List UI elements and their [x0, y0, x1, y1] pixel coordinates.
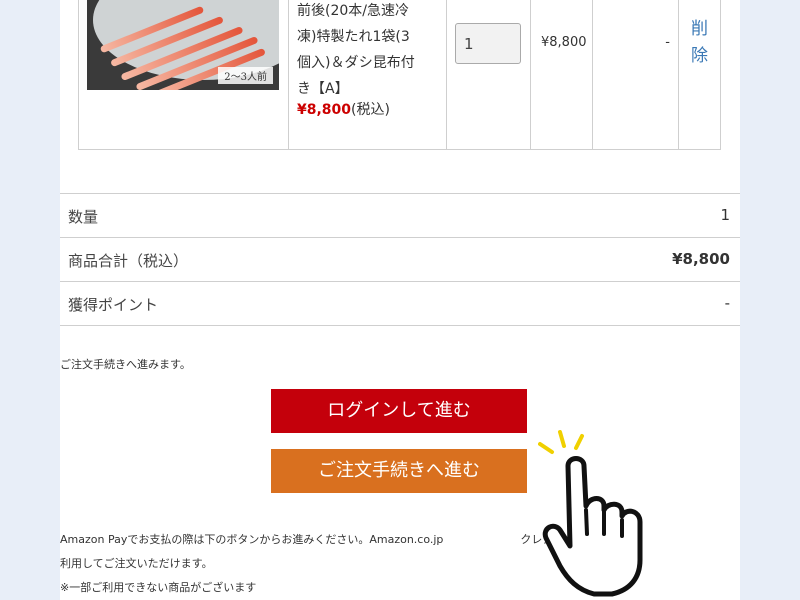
- servings-caption: 2～3人前: [218, 67, 273, 84]
- quantity-input[interactable]: [455, 23, 521, 64]
- hand-pointer-icon: [538, 430, 643, 597]
- product-image[interactable]: 2～3人前: [87, 0, 279, 90]
- quantity-cell: [447, 0, 531, 149]
- product-image-cell: 2～3人前: [79, 0, 289, 149]
- summary-row-points: 獲得ポイント -: [60, 282, 740, 326]
- tax-included-label: (税込): [351, 102, 390, 118]
- cart-item-row: 2～3人前 前後(20本/急速冷 凍)特製たれ1袋(3 個入)＆ダシ昆布付 き【…: [78, 0, 721, 150]
- summary-value: -: [724, 294, 730, 312]
- summary-label: 商品合計（税込）: [68, 252, 189, 270]
- summary-label: 獲得ポイント: [68, 296, 159, 314]
- line-price: ¥8,800: [541, 35, 587, 50]
- product-name-cell: 前後(20本/急速冷 凍)特製たれ1袋(3 個入)＆ダシ昆布付 き【A】 ¥8,…: [289, 0, 447, 149]
- order-summary: 数量 1 商品合計（税込） ¥8,800 獲得ポイント -: [60, 193, 740, 326]
- product-price: ¥8,800(税込): [297, 99, 390, 119]
- product-price-value: ¥8,800: [297, 102, 352, 118]
- summary-value: 1: [720, 206, 730, 224]
- summary-value: ¥8,800: [672, 250, 730, 268]
- product-name[interactable]: 前後(20本/急速冷 凍)特製たれ1袋(3 個入)＆ダシ昆布付 き【A】: [297, 0, 445, 102]
- points-cell: -: [593, 0, 679, 149]
- cart-page: 2～3人前 前後(20本/急速冷 凍)特製たれ1袋(3 個入)＆ダシ昆布付 き【…: [60, 0, 740, 600]
- summary-row-subtotal: 商品合計（税込） ¥8,800: [60, 238, 740, 282]
- summary-row-quantity: 数量 1: [60, 194, 740, 238]
- proceed-note: ご注文手続きへ進みます。: [60, 358, 191, 371]
- line-points: -: [665, 35, 670, 50]
- delete-cell: 削除: [679, 0, 722, 149]
- summary-label: 数量: [68, 208, 99, 226]
- delete-link[interactable]: 削除: [691, 16, 711, 70]
- proceed-to-checkout-button[interactable]: ご注文手続きへ進む: [271, 449, 527, 493]
- login-and-proceed-button[interactable]: ログインして進む: [271, 389, 527, 433]
- line-price-cell: ¥8,800: [531, 0, 593, 149]
